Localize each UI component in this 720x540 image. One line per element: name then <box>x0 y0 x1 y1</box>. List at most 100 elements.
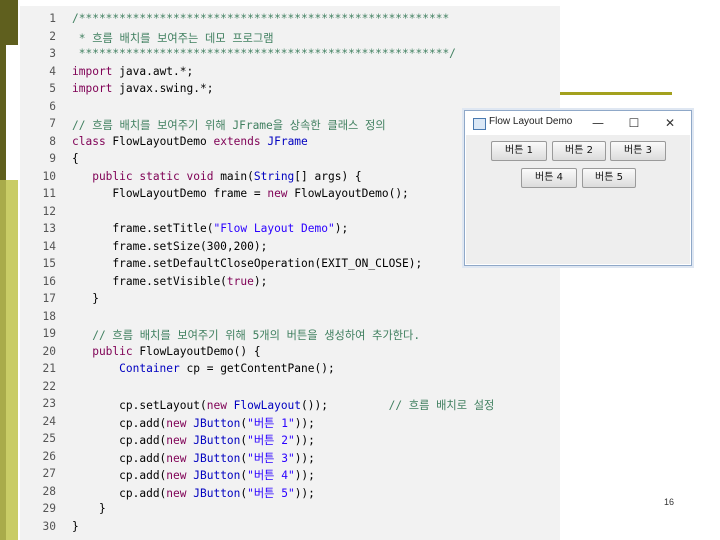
line-number: 5 <box>49 82 56 95</box>
code-token: public <box>72 345 140 358</box>
code-token: [] args) { <box>294 170 362 183</box>
code-token: Container <box>72 362 187 375</box>
line-number: 11 <box>42 187 56 200</box>
code-token: /***************************************… <box>72 12 450 25</box>
code-text: /***************************************… <box>72 12 449 25</box>
code-text: import javax.swing.*; <box>72 82 213 95</box>
code-token: // 흐름 배치를 보여주기 위해 5개의 버튼을 생성하여 추가한다. <box>72 329 421 342</box>
line-number: 28 <box>42 485 56 498</box>
code-text: cp.setLayout(new FlowLayout()); // 흐름 배치… <box>72 397 494 413</box>
content-pane: 버튼 1 버튼 2 버튼 3 버튼 4 버튼 5 <box>466 135 690 264</box>
code-token: "버튼 3" <box>247 452 295 465</box>
code-token: cp.add( <box>72 434 167 447</box>
code-token: new <box>166 487 194 500</box>
code-line: 27 cp.add(new JButton("버튼 4")); <box>20 467 560 484</box>
code-line: 25 cp.add(new JButton("버튼 2")); <box>20 432 560 449</box>
code-line: 22 <box>20 380 560 397</box>
button-4[interactable]: 버튼 4 <box>521 168 577 188</box>
code-token: )); <box>294 452 315 465</box>
code-token: // 흐름 배치를 보여주기 위해 JFrame을 상속한 클래스 정의 <box>72 119 386 132</box>
window-titlebar: Flow Layout Demo — ☐ ✕ <box>465 111 691 135</box>
code-line: 24 cp.add(new JButton("버튼 1")); <box>20 415 560 432</box>
line-number: 26 <box>42 450 56 463</box>
code-token: JButton <box>193 469 241 482</box>
app-window: Flow Layout Demo — ☐ ✕ 버튼 1 버튼 2 버튼 3 버튼… <box>464 110 692 266</box>
line-number: 10 <box>42 170 56 183</box>
line-number: 7 <box>49 117 56 130</box>
code-text: } <box>72 292 99 305</box>
code-token: FlowLayoutDemo <box>112 135 214 148</box>
code-line: 18 <box>20 310 560 327</box>
code-text: { <box>72 152 79 165</box>
code-token: FlowLayoutDemo() { <box>139 345 261 358</box>
code-token: } <box>72 520 79 533</box>
code-token: // 흐름 배치로 설정 <box>388 399 495 412</box>
line-number: 24 <box>42 415 56 428</box>
code-line: 2 * 흐름 배치를 보여주는 데모 프로그램 <box>20 30 560 47</box>
code-token: ****************************************… <box>72 47 456 60</box>
code-text: cp.add(new JButton("버튼 5")); <box>72 485 315 501</box>
code-token: JButton <box>193 417 241 430</box>
window-title: Flow Layout Demo <box>489 116 573 127</box>
code-token: FlowLayoutDemo frame = <box>72 187 268 200</box>
close-icon[interactable]: ✕ <box>657 114 683 132</box>
line-number: 15 <box>42 257 56 270</box>
button-2[interactable]: 버튼 2 <box>552 141 606 161</box>
code-token: )); <box>294 434 315 447</box>
code-token: main( <box>220 170 254 183</box>
code-text: import java.awt.*; <box>72 65 193 78</box>
code-line: 21 Container cp = getContentPane(); <box>20 362 560 379</box>
code-token: )); <box>294 417 315 430</box>
code-token: FlowLayoutDemo(); <box>294 187 409 200</box>
line-number: 20 <box>42 345 56 358</box>
code-token: "버튼 1" <box>247 417 295 430</box>
code-token: ()); <box>301 399 389 412</box>
code-token: frame.setSize(300,200); <box>72 240 268 253</box>
code-line: 16 frame.setVisible(true); <box>20 275 560 292</box>
line-number: 2 <box>49 30 56 43</box>
code-panel: 1 /**************************************… <box>20 6 560 540</box>
maximize-icon[interactable]: ☐ <box>621 114 647 132</box>
line-number: 17 <box>42 292 56 305</box>
page-number: 16 <box>664 497 675 507</box>
line-number: 8 <box>49 135 56 148</box>
line-number: 12 <box>42 205 56 218</box>
line-number: 30 <box>42 520 56 533</box>
minimize-icon[interactable]: — <box>585 114 611 132</box>
code-token: } <box>72 502 106 515</box>
code-token: cp.add( <box>72 469 167 482</box>
code-token: new <box>166 417 194 430</box>
line-number: 3 <box>49 47 56 60</box>
code-token: cp.add( <box>72 487 167 500</box>
button-3[interactable]: 버튼 3 <box>610 141 666 161</box>
line-number: 6 <box>49 100 56 113</box>
code-token: frame.setTitle( <box>72 222 214 235</box>
code-text: cp.add(new JButton("버튼 1")); <box>72 415 315 431</box>
accent-line <box>558 92 672 95</box>
code-line: 20 public FlowLayoutDemo() { <box>20 345 560 362</box>
code-token: new <box>166 434 194 447</box>
code-text: frame.setSize(300,200); <box>72 240 267 253</box>
line-number: 9 <box>49 152 56 165</box>
code-token: public static void <box>72 170 221 183</box>
button-1[interactable]: 버튼 1 <box>491 141 547 161</box>
code-text: } <box>72 502 106 515</box>
code-token: extends <box>213 135 268 148</box>
code-token: JButton <box>193 487 241 500</box>
line-number: 1 <box>49 12 56 25</box>
code-token: cp.add( <box>72 417 167 430</box>
button-5[interactable]: 버튼 5 <box>582 168 636 188</box>
code-text: ****************************************… <box>72 47 456 60</box>
code-text: } <box>72 520 79 533</box>
code-line: 1 /**************************************… <box>20 12 560 29</box>
code-token: ); <box>334 222 349 235</box>
line-number: 29 <box>42 502 56 515</box>
line-number: 22 <box>42 380 56 393</box>
code-token: )); <box>294 487 315 500</box>
line-number: 16 <box>42 275 56 288</box>
code-text: frame.setDefaultCloseOperation(EXIT_ON_C… <box>72 257 422 270</box>
code-line: 4 import java.awt.*; <box>20 65 560 82</box>
code-token: { <box>72 152 79 165</box>
code-token: String <box>253 170 295 183</box>
code-token: true <box>226 275 254 288</box>
